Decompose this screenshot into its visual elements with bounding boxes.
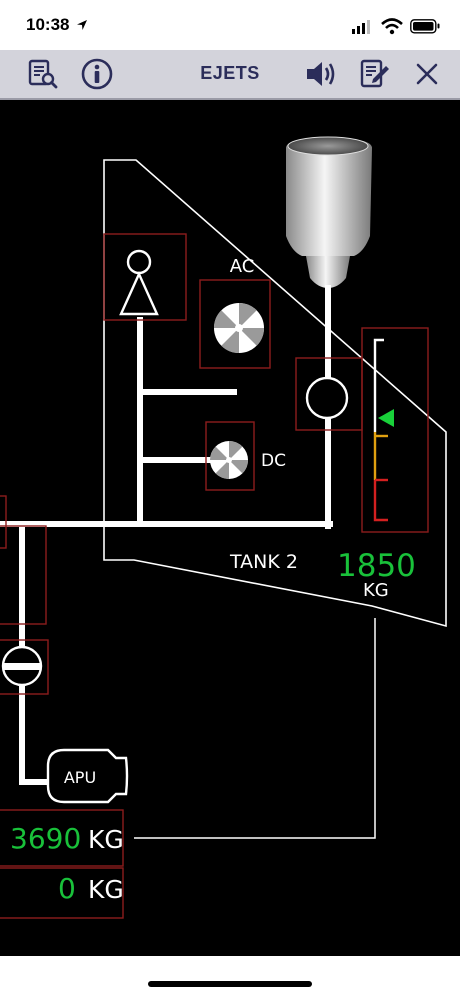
readout-1-unit: KG: [88, 825, 124, 854]
close-icon: [416, 63, 438, 85]
readout-2-unit: KG: [88, 875, 124, 904]
readout-leader-line: [134, 618, 376, 839]
status-time: 10:38: [26, 15, 70, 34]
notes-edit-icon: [360, 59, 389, 88]
status-bar: 10:38: [0, 0, 460, 50]
shutoff-valve-icon[interactable]: [305, 376, 349, 420]
toolbar: EJETS: [0, 50, 460, 100]
fuel-gauge-box: [361, 327, 429, 533]
tank-quantity: 1850: [337, 548, 416, 584]
status-icons: [352, 18, 440, 35]
notes-edit-button[interactable]: [358, 58, 392, 90]
home-indicator[interactable]: [148, 981, 312, 987]
ac-pump-icon[interactable]: [213, 302, 265, 354]
info-icon: [81, 58, 113, 90]
fuel-gauge-pointer-icon: [378, 409, 394, 427]
tank-quantity-unit: KG: [363, 580, 389, 601]
ejector-pump-icon[interactable]: [119, 249, 159, 316]
tank-label: TANK 2: [229, 551, 298, 573]
ac-pump-label: AC: [230, 256, 255, 277]
signal-bars-icon: [352, 20, 370, 34]
info-button[interactable]: [80, 58, 114, 90]
dc-pump-icon[interactable]: [210, 441, 248, 479]
fuel-lines: [0, 285, 333, 785]
document-search-button[interactable]: [26, 58, 60, 90]
document-search-icon: [28, 59, 58, 89]
battery-icon: [410, 19, 440, 34]
dc-pump-label: DC: [261, 451, 286, 471]
speaker-button[interactable]: [304, 58, 338, 90]
speaker-icon: [307, 62, 335, 86]
readout-2-value: 0: [58, 872, 76, 905]
wifi-icon: [381, 18, 403, 35]
engine-icon[interactable]: [286, 136, 372, 288]
fuel-synoptic-diagram: AC DC TANK 2 1850 KG APU 3690 KG 0 KG: [0, 136, 447, 919]
apu-label: APU: [64, 768, 96, 787]
apu-shutoff-valve-icon[interactable]: [1, 645, 43, 687]
fuel-synoptic-display: AC DC TANK 2 1850 KG APU 3690 KG 0 KG: [0, 100, 460, 956]
close-button[interactable]: [410, 58, 444, 90]
home-indicator-area: [0, 956, 460, 996]
readout-1-value: 3690: [10, 822, 81, 855]
fuel-quantity-gauge: [373, 338, 394, 522]
location-arrow-icon: [77, 20, 87, 30]
